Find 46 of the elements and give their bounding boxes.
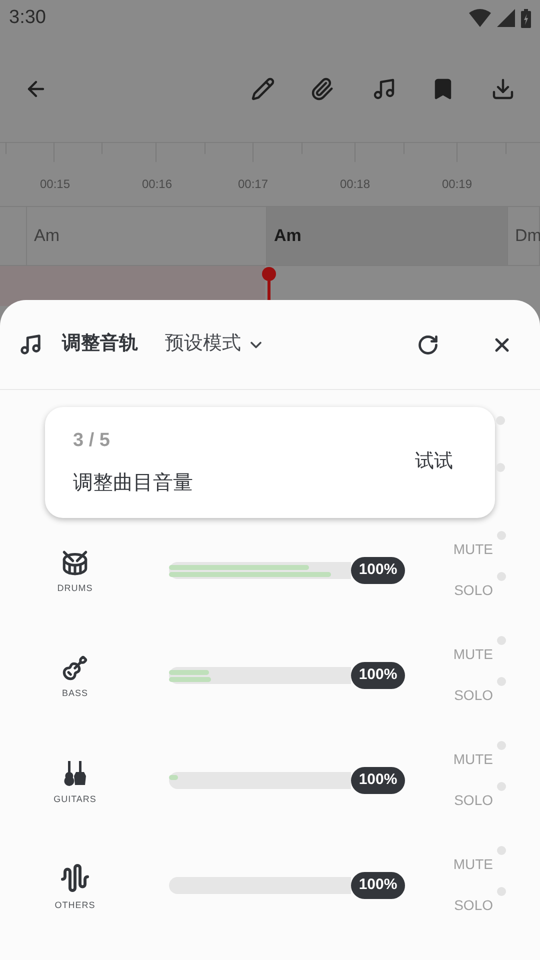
- status-time: 3:30: [9, 6, 46, 30]
- refresh-button[interactable]: [417, 334, 439, 356]
- waveform-icon: [60, 862, 90, 893]
- paperclip-icon[interactable]: [310, 77, 334, 101]
- wifi-icon: [469, 9, 491, 27]
- time-label: 00:18: [340, 176, 370, 193]
- volume-thumb[interactable]: 100%: [351, 767, 405, 794]
- track-name: BASS: [62, 686, 88, 700]
- volume-thumb[interactable]: 100%: [351, 872, 405, 899]
- volume-thumb[interactable]: 100%: [351, 662, 405, 689]
- pencil-icon[interactable]: [251, 77, 275, 101]
- signal-icon: [497, 9, 515, 27]
- preset-dropdown[interactable]: 预设模式: [165, 330, 265, 359]
- toggle-label[interactable]: SOLO: [454, 684, 493, 706]
- drum-icon: [62, 550, 88, 576]
- track-name: GUITARS: [54, 792, 96, 806]
- toggle-label[interactable]: MUTE: [453, 538, 493, 560]
- track-name: DRUMS: [57, 582, 93, 595]
- download-icon[interactable]: [491, 77, 515, 101]
- volume-slider[interactable]: 100%: [169, 767, 405, 794]
- volume-slider[interactable]: 100%: [169, 557, 405, 584]
- battery-icon: [521, 8, 531, 28]
- chord-cell[interactable]: Dm: [508, 207, 540, 265]
- time-label: 00:17: [238, 176, 268, 193]
- toggle-label[interactable]: MUTE: [453, 748, 493, 770]
- sheet-title: 调整音轨: [62, 332, 138, 356]
- chord-cell[interactable]: Am: [267, 207, 508, 265]
- toggle-label[interactable]: SOLO: [454, 790, 493, 810]
- toggle-label[interactable]: MUTE: [453, 644, 493, 664]
- tip-text: 调整曲目音量: [73, 470, 193, 496]
- try-button[interactable]: 试试: [415, 448, 453, 477]
- music-note-icon[interactable]: [372, 77, 396, 101]
- time-label: 00:16: [142, 176, 172, 193]
- volume-slider[interactable]: 100%: [169, 662, 405, 689]
- volume-slider[interactable]: 100%: [169, 872, 405, 899]
- tip-step: 3 / 5: [73, 427, 193, 456]
- time-label: 00:19: [442, 176, 472, 193]
- guitars-icon: [61, 758, 89, 787]
- music-note-icon: [19, 333, 42, 356]
- time-label: 00:15: [40, 176, 70, 193]
- volume-thumb[interactable]: 100%: [351, 557, 405, 584]
- guitar-icon: [62, 654, 88, 681]
- toggle-label[interactable]: MUTE: [453, 854, 493, 874]
- track-name: OTHERS: [54, 898, 96, 912]
- toggle-label[interactable]: SOLO: [454, 894, 493, 916]
- toggle-label[interactable]: SOLO: [454, 580, 493, 600]
